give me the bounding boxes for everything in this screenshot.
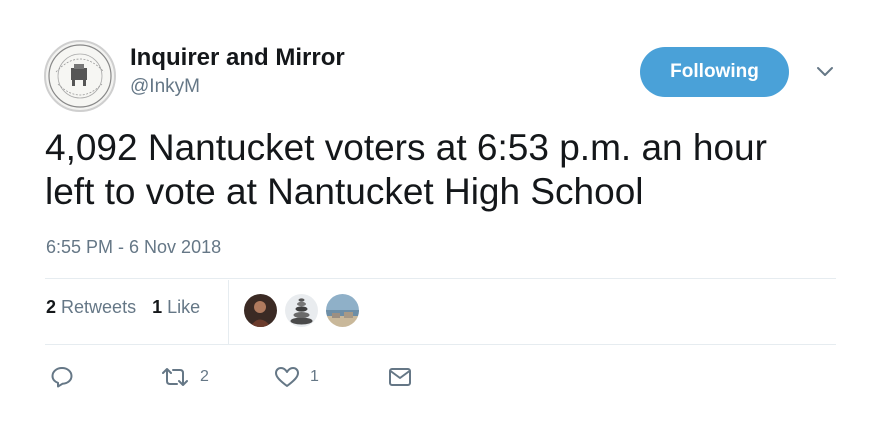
likes-count: 1: [152, 297, 163, 317]
user-avatar-landscape-icon: [326, 294, 359, 327]
user-avatar-stones-icon: [285, 294, 318, 327]
likes-label: Like: [167, 297, 201, 317]
liker-avatars: [244, 294, 359, 327]
retweets-count: 2: [46, 297, 57, 317]
tweet-text-line-1: 4,092 Nantucket voters at 6:53 p.m. an h…: [45, 127, 767, 168]
following-button[interactable]: Following: [640, 47, 789, 97]
liker-avatar-2[interactable]: [285, 294, 318, 327]
user-avatar-portrait-icon: [244, 294, 277, 327]
likes-stat[interactable]: 1 Like: [152, 297, 200, 318]
engagement-stats: 2 Retweets 1 Like: [46, 297, 200, 318]
retweets-label: Retweets: [61, 297, 137, 317]
liker-avatar-1[interactable]: [244, 294, 277, 327]
tweet-text-line-2: left to vote at Nantucket High School: [45, 171, 644, 212]
reply-icon: [51, 367, 73, 388]
newspaper-seal-logo-icon: [48, 44, 112, 108]
like-count: 1: [310, 368, 319, 385]
reply-button[interactable]: [50, 366, 74, 388]
heart-icon: [275, 367, 299, 387]
retweets-stat[interactable]: 2 Retweets: [46, 297, 136, 318]
divider-top: [45, 278, 836, 279]
retweet-count: 2: [200, 368, 209, 385]
liker-avatar-3[interactable]: [326, 294, 359, 327]
direct-message-button[interactable]: [388, 366, 412, 388]
tweet-timestamp[interactable]: 6:55 PM - 6 Nov 2018: [46, 237, 221, 258]
author-handle[interactable]: @InkyM: [130, 76, 200, 98]
author-avatar[interactable]: [44, 40, 116, 112]
stats-separator: [228, 280, 229, 344]
author-name[interactable]: Inquirer and Mirror: [130, 44, 345, 72]
chevron-down-icon: [817, 67, 833, 76]
retweet-icon: [162, 368, 188, 386]
envelope-icon: [389, 368, 411, 386]
retweet-button[interactable]: 2: [160, 366, 209, 388]
tweet-text: 4,092 Nantucket voters at 6:53 p.m. an h…: [45, 126, 845, 214]
like-button[interactable]: 1: [274, 366, 319, 388]
divider-bottom: [45, 344, 836, 345]
more-options-chevron[interactable]: [812, 62, 838, 82]
